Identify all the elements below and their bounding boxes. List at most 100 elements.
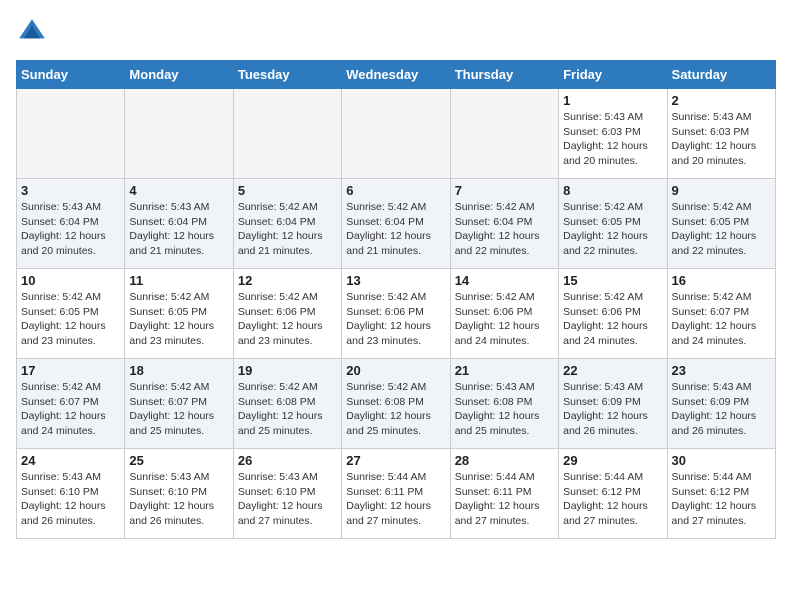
calendar-cell: 30 Sunrise: 5:44 AM Sunset: 6:12 PM Dayli… — [667, 449, 775, 539]
day-info: Sunrise: 5:44 AM Sunset: 6:11 PM Dayligh… — [455, 470, 554, 529]
day-number: 16 — [672, 273, 771, 288]
calendar-cell: 23 Sunrise: 5:43 AM Sunset: 6:09 PM Dayli… — [667, 359, 775, 449]
calendar-cell: 3 Sunrise: 5:43 AM Sunset: 6:04 PM Daylig… — [17, 179, 125, 269]
day-number: 15 — [563, 273, 662, 288]
day-number: 10 — [21, 273, 120, 288]
day-info: Sunrise: 5:42 AM Sunset: 6:05 PM Dayligh… — [672, 200, 771, 259]
day-info: Sunrise: 5:42 AM Sunset: 6:07 PM Dayligh… — [672, 290, 771, 349]
calendar-cell: 13 Sunrise: 5:42 AM Sunset: 6:06 PM Dayli… — [342, 269, 450, 359]
day-number: 11 — [129, 273, 228, 288]
calendar-cell: 4 Sunrise: 5:43 AM Sunset: 6:04 PM Daylig… — [125, 179, 233, 269]
calendar-cell: 14Sunrise: 5:42 AM Sunset: 6:06 PM Dayli… — [450, 269, 558, 359]
day-info: Sunrise: 5:43 AM Sunset: 6:04 PM Dayligh… — [21, 200, 120, 259]
day-info: Sunrise: 5:42 AM Sunset: 6:08 PM Dayligh… — [238, 380, 337, 439]
weekday-header: Monday — [125, 61, 233, 89]
day-number: 12 — [238, 273, 337, 288]
day-info: Sunrise: 5:43 AM Sunset: 6:03 PM Dayligh… — [563, 110, 662, 169]
calendar-cell: 9 Sunrise: 5:42 AM Sunset: 6:05 PM Daylig… — [667, 179, 775, 269]
day-number: 26 — [238, 453, 337, 468]
calendar-cell: 29Sunrise: 5:44 AM Sunset: 6:12 PM Dayli… — [559, 449, 667, 539]
day-number: 24 — [21, 453, 120, 468]
calendar-cell: 8 Sunrise: 5:42 AM Sunset: 6:05 PM Daylig… — [559, 179, 667, 269]
day-info: Sunrise: 5:42 AM Sunset: 6:06 PM Dayligh… — [238, 290, 337, 349]
calendar-cell: 21 Sunrise: 5:43 AM Sunset: 6:08 PM Dayli… — [450, 359, 558, 449]
calendar-cell: 11Sunrise: 5:42 AM Sunset: 6:05 PM Dayli… — [125, 269, 233, 359]
day-info: Sunrise: 5:44 AM Sunset: 6:11 PM Dayligh… — [346, 470, 445, 529]
day-info: Sunrise: 5:42 AM Sunset: 6:04 PM Dayligh… — [346, 200, 445, 259]
day-number: 25 — [129, 453, 228, 468]
weekday-header: Tuesday — [233, 61, 341, 89]
day-info: Sunrise: 5:43 AM Sunset: 6:10 PM Dayligh… — [129, 470, 228, 529]
calendar-cell — [342, 89, 450, 179]
day-info: Sunrise: 5:43 AM Sunset: 6:10 PM Dayligh… — [21, 470, 120, 529]
day-number: 2 — [672, 93, 771, 108]
logo-icon — [16, 16, 48, 48]
day-info: Sunrise: 5:42 AM Sunset: 6:05 PM Dayligh… — [21, 290, 120, 349]
day-info: Sunrise: 5:43 AM Sunset: 6:10 PM Dayligh… — [238, 470, 337, 529]
calendar-table: SundayMondayTuesdayWednesdayThursdayFrid… — [16, 60, 776, 539]
day-info: Sunrise: 5:44 AM Sunset: 6:12 PM Dayligh… — [672, 470, 771, 529]
calendar-cell: 24 Sunrise: 5:43 AM Sunset: 6:10 PM Dayli… — [17, 449, 125, 539]
calendar-cell: 19Sunrise: 5:42 AM Sunset: 6:08 PM Dayli… — [233, 359, 341, 449]
day-number: 5 — [238, 183, 337, 198]
calendar-week-row: 17 Sunrise: 5:42 AM Sunset: 6:07 PM Dayli… — [17, 359, 776, 449]
calendar-cell: 26 Sunrise: 5:43 AM Sunset: 6:10 PM Dayli… — [233, 449, 341, 539]
calendar-header-row: SundayMondayTuesdayWednesdayThursdayFrid… — [17, 61, 776, 89]
calendar-cell: 25 Sunrise: 5:43 AM Sunset: 6:10 PM Dayli… — [125, 449, 233, 539]
page-header — [16, 16, 776, 48]
day-info: Sunrise: 5:42 AM Sunset: 6:06 PM Dayligh… — [346, 290, 445, 349]
day-number: 6 — [346, 183, 445, 198]
calendar-cell: 2 Sunrise: 5:43 AM Sunset: 6:03 PM Daylig… — [667, 89, 775, 179]
weekday-header: Wednesday — [342, 61, 450, 89]
day-number: 18 — [129, 363, 228, 378]
day-number: 4 — [129, 183, 228, 198]
day-info: Sunrise: 5:42 AM Sunset: 6:07 PM Dayligh… — [21, 380, 120, 439]
calendar-cell: 15 Sunrise: 5:42 AM Sunset: 6:06 PM Dayli… — [559, 269, 667, 359]
day-number: 22 — [563, 363, 662, 378]
calendar-cell — [17, 89, 125, 179]
day-info: Sunrise: 5:42 AM Sunset: 6:06 PM Dayligh… — [563, 290, 662, 349]
calendar-cell: 27 Sunrise: 5:44 AM Sunset: 6:11 PM Dayli… — [342, 449, 450, 539]
day-number: 9 — [672, 183, 771, 198]
day-number: 13 — [346, 273, 445, 288]
calendar-cell: 22 Sunrise: 5:43 AM Sunset: 6:09 PM Dayli… — [559, 359, 667, 449]
day-info: Sunrise: 5:43 AM Sunset: 6:03 PM Dayligh… — [672, 110, 771, 169]
day-number: 29 — [563, 453, 662, 468]
day-info: Sunrise: 5:43 AM Sunset: 6:08 PM Dayligh… — [455, 380, 554, 439]
day-number: 28 — [455, 453, 554, 468]
day-number: 23 — [672, 363, 771, 378]
calendar-cell: 16 Sunrise: 5:42 AM Sunset: 6:07 PM Dayli… — [667, 269, 775, 359]
day-number: 17 — [21, 363, 120, 378]
weekday-header: Thursday — [450, 61, 558, 89]
day-info: Sunrise: 5:42 AM Sunset: 6:05 PM Dayligh… — [563, 200, 662, 259]
calendar-cell: 1 Sunrise: 5:43 AM Sunset: 6:03 PM Daylig… — [559, 89, 667, 179]
calendar-cell: 28 Sunrise: 5:44 AM Sunset: 6:11 PM Dayli… — [450, 449, 558, 539]
calendar-cell: 10 Sunrise: 5:42 AM Sunset: 6:05 PM Dayli… — [17, 269, 125, 359]
calendar-cell: 17 Sunrise: 5:42 AM Sunset: 6:07 PM Dayli… — [17, 359, 125, 449]
weekday-header: Sunday — [17, 61, 125, 89]
calendar-cell: 18 Sunrise: 5:42 AM Sunset: 6:07 PM Dayli… — [125, 359, 233, 449]
day-info: Sunrise: 5:42 AM Sunset: 6:04 PM Dayligh… — [238, 200, 337, 259]
weekday-header: Saturday — [667, 61, 775, 89]
calendar-cell: 6 Sunrise: 5:42 AM Sunset: 6:04 PM Daylig… — [342, 179, 450, 269]
day-number: 3 — [21, 183, 120, 198]
day-info: Sunrise: 5:43 AM Sunset: 6:04 PM Dayligh… — [129, 200, 228, 259]
calendar-week-row: 10 Sunrise: 5:42 AM Sunset: 6:05 PM Dayli… — [17, 269, 776, 359]
calendar-cell: 12 Sunrise: 5:42 AM Sunset: 6:06 PM Dayli… — [233, 269, 341, 359]
day-info: Sunrise: 5:42 AM Sunset: 6:06 PM Dayligh… — [455, 290, 554, 349]
day-number: 8 — [563, 183, 662, 198]
calendar-cell: 5 Sunrise: 5:42 AM Sunset: 6:04 PM Daylig… — [233, 179, 341, 269]
day-number: 7 — [455, 183, 554, 198]
day-info: Sunrise: 5:43 AM Sunset: 6:09 PM Dayligh… — [672, 380, 771, 439]
calendar-cell — [125, 89, 233, 179]
calendar-week-row: 3 Sunrise: 5:43 AM Sunset: 6:04 PM Daylig… — [17, 179, 776, 269]
day-info: Sunrise: 5:42 AM Sunset: 6:08 PM Dayligh… — [346, 380, 445, 439]
day-number: 1 — [563, 93, 662, 108]
day-number: 30 — [672, 453, 771, 468]
day-number: 21 — [455, 363, 554, 378]
day-info: Sunrise: 5:43 AM Sunset: 6:09 PM Dayligh… — [563, 380, 662, 439]
day-info: Sunrise: 5:42 AM Sunset: 6:07 PM Dayligh… — [129, 380, 228, 439]
logo — [16, 16, 52, 48]
calendar-week-row: 24 Sunrise: 5:43 AM Sunset: 6:10 PM Dayli… — [17, 449, 776, 539]
day-number: 27 — [346, 453, 445, 468]
